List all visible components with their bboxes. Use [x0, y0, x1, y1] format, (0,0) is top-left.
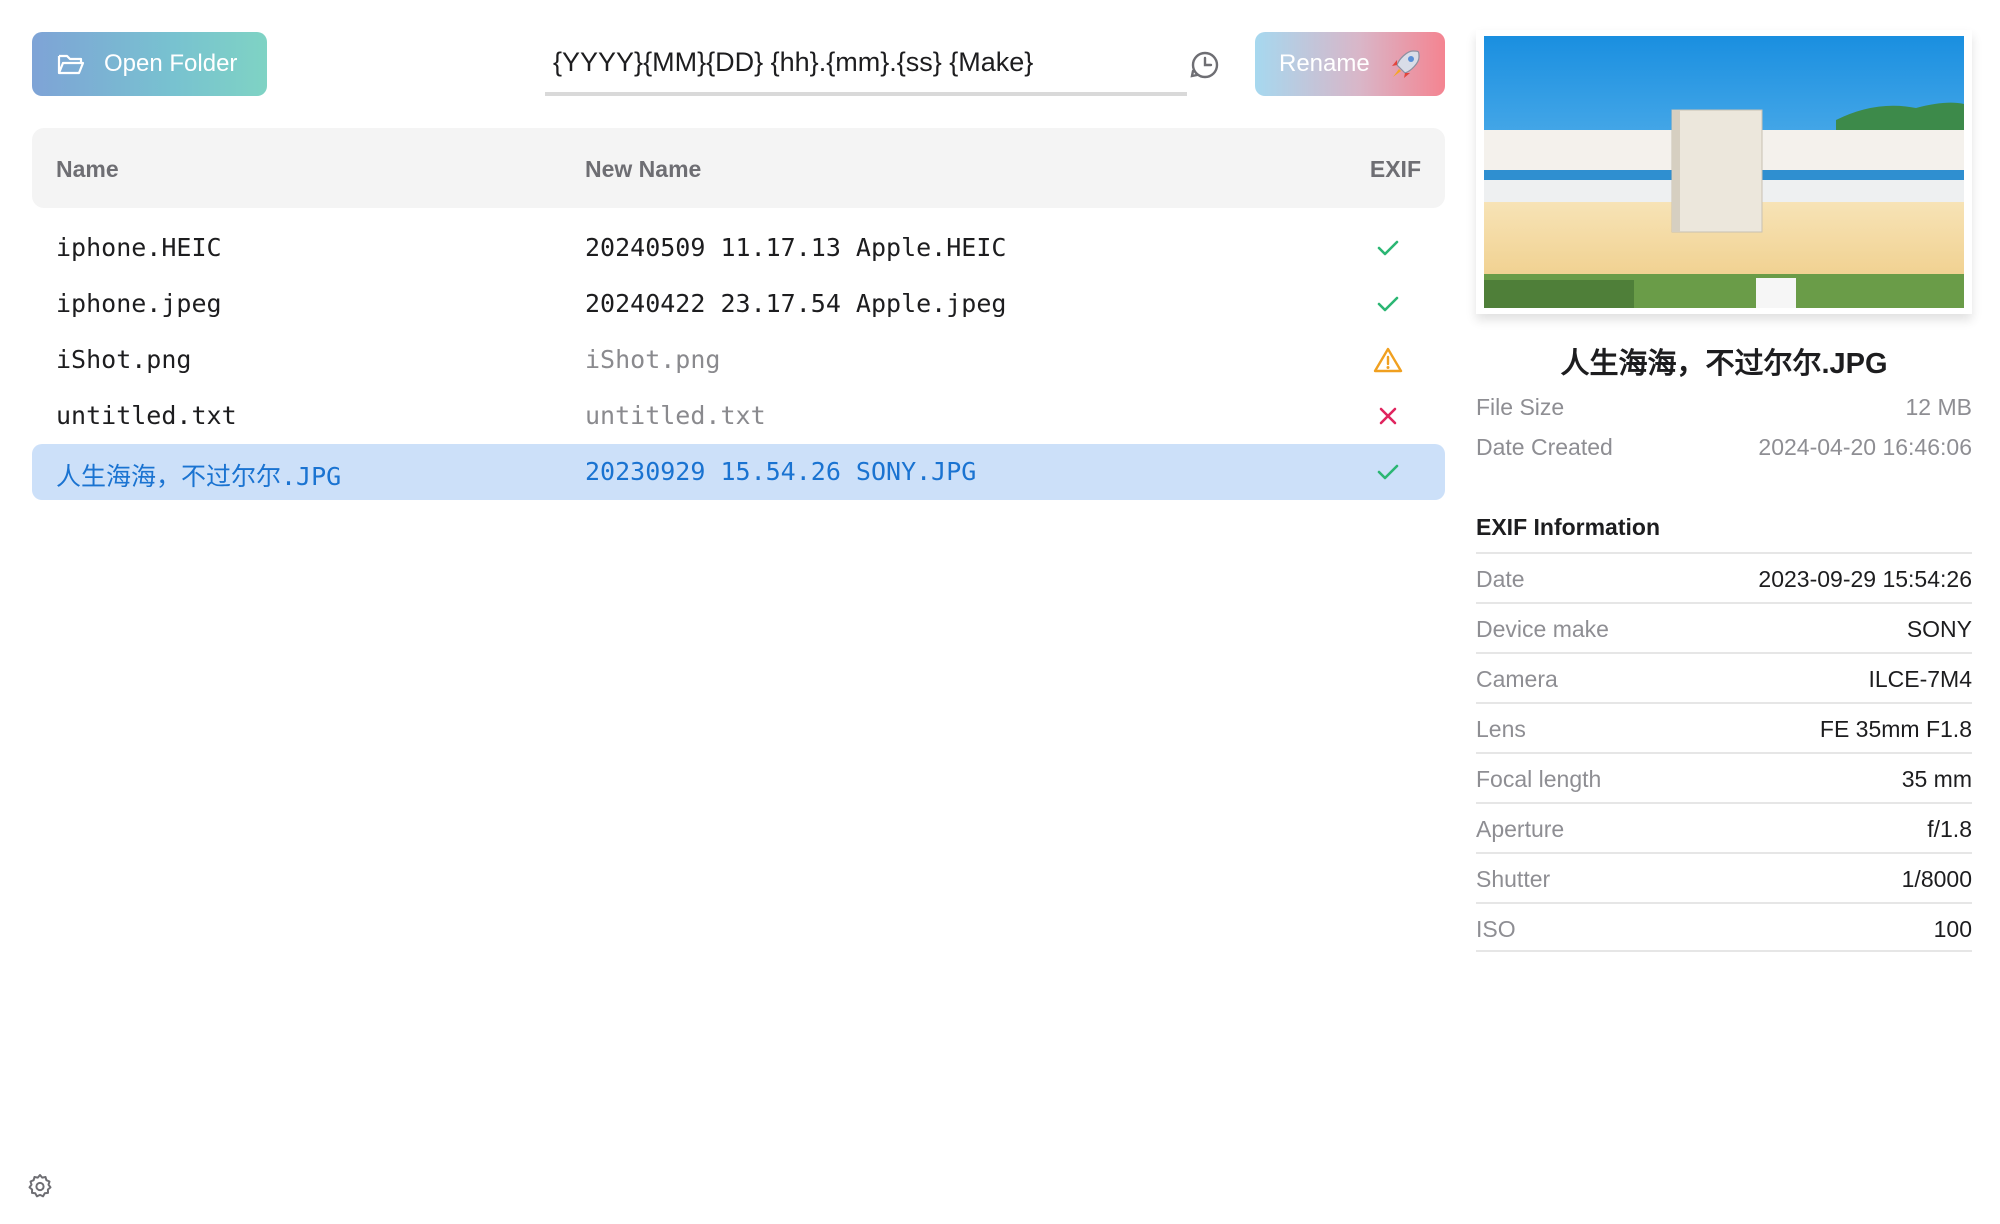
- folder-open-icon: [56, 49, 86, 79]
- exif-info-list: Date 2023-09-29 15:54:26 Device make SON…: [1476, 552, 1972, 952]
- exif-row-aperture: Aperture f/1.8: [1476, 802, 1972, 852]
- new-file-name: untitled.txt: [585, 401, 766, 430]
- exif-row-iso: ISO 100: [1476, 902, 1972, 952]
- rename-label: Rename: [1279, 50, 1370, 77]
- exif-error-icon: [1372, 400, 1404, 432]
- column-header-exif[interactable]: EXIF: [1370, 156, 1421, 183]
- exif-row-shutter: Shutter 1/8000: [1476, 852, 1972, 902]
- exif-row-focal-length: Focal length 35 mm: [1476, 752, 1972, 802]
- file-name: iphone.HEIC: [56, 233, 222, 262]
- new-file-name: iShot.png: [585, 345, 721, 374]
- history-button[interactable]: [1188, 48, 1222, 82]
- new-file-name: 20240509 11.17.13 Apple.HEIC: [585, 233, 1007, 262]
- file-size-label: File Size: [1476, 394, 1565, 420]
- table-row[interactable]: untitled.txt untitled.txt: [32, 388, 1445, 444]
- file-name: iShot.png: [56, 345, 192, 374]
- rename-template-input[interactable]: [545, 36, 1187, 88]
- date-created-label: Date Created: [1476, 434, 1613, 460]
- app-window: Open Folder Rename Name New Name EXIF ip…: [0, 0, 2000, 1224]
- exif-value: 100: [1933, 916, 1972, 942]
- exif-value: SONY: [1906, 616, 1972, 642]
- file-table-body: iphone.HEIC 20240509 11.17.13 Apple.HEIC…: [32, 220, 1445, 500]
- file-name: untitled.txt: [56, 401, 237, 430]
- table-row[interactable]: iphone.HEIC 20240509 11.17.13 Apple.HEIC: [32, 220, 1445, 276]
- exif-label: Focal length: [1476, 766, 1602, 792]
- exif-value: f/1.8: [1927, 816, 1972, 842]
- exif-label: Aperture: [1476, 816, 1565, 842]
- rename-template-field: [545, 36, 1187, 96]
- new-file-name: 20240422 23.17.54 Apple.jpeg: [585, 289, 1007, 318]
- table-row[interactable]: iShot.png iShot.png: [32, 332, 1445, 388]
- history-clock-icon: [1190, 51, 1219, 79]
- exif-value: FE 35mm F1.8: [1819, 716, 1972, 742]
- open-folder-button[interactable]: Open Folder: [32, 32, 267, 96]
- exif-row-lens: Lens FE 35mm F1.8: [1476, 702, 1972, 752]
- file-size-value: 12 MB: [1905, 394, 1972, 420]
- exif-ok-icon: [1372, 456, 1404, 488]
- new-file-name: 20230929 15.54.26 SONY.JPG: [585, 457, 977, 486]
- exif-label: Camera: [1476, 666, 1558, 692]
- gear-icon: [28, 1174, 52, 1198]
- exif-value: 2023-09-29 15:54:26: [1758, 566, 1972, 592]
- exif-label: ISO: [1476, 916, 1516, 942]
- table-row-selected[interactable]: 人生海海，不过尔尔.JPG 20230929 15.54.26 SONY.JPG: [32, 444, 1445, 500]
- file-name: iphone.jpeg: [56, 289, 222, 318]
- open-folder-label: Open Folder: [104, 50, 238, 77]
- table-row[interactable]: iphone.jpeg 20240422 23.17.54 Apple.jpeg: [32, 276, 1445, 332]
- exif-section-title: EXIF Information: [1476, 514, 1660, 540]
- exif-row-date: Date 2023-09-29 15:54:26: [1476, 552, 1972, 602]
- exif-row-device-make: Device make SONY: [1476, 602, 1972, 652]
- column-header-new-name[interactable]: New Name: [585, 156, 701, 183]
- exif-label: Shutter: [1476, 866, 1551, 892]
- photo-preview: [1476, 30, 1972, 314]
- exif-label: Lens: [1476, 716, 1526, 742]
- file-table-header: Name New Name EXIF: [32, 128, 1445, 208]
- exif-label: Date: [1476, 566, 1525, 592]
- column-header-name[interactable]: Name: [56, 156, 119, 183]
- rename-button[interactable]: Rename: [1255, 32, 1445, 96]
- selected-file-title: 人生海海，不过尔尔.JPG: [1560, 348, 1888, 380]
- file-name: 人生海海，不过尔尔.JPG: [56, 462, 342, 491]
- exif-value: 1/8000: [1901, 866, 1972, 892]
- settings-button[interactable]: [26, 1172, 54, 1200]
- rocket-icon: [1392, 50, 1420, 78]
- exif-ok-icon: [1372, 232, 1404, 264]
- date-created-value: 2024-04-20 16:46:06: [1758, 434, 1972, 460]
- exif-value: ILCE-7M4: [1868, 666, 1972, 692]
- exif-row-camera: Camera ILCE-7M4: [1476, 652, 1972, 702]
- file-size-row: File Size 12 MB: [1476, 394, 1972, 426]
- exif-warning-icon: [1372, 344, 1404, 376]
- date-created-row: Date Created 2024-04-20 16:46:06: [1476, 434, 1972, 466]
- exif-ok-icon: [1372, 288, 1404, 320]
- exif-label: Device make: [1476, 616, 1609, 642]
- exif-value: 35 mm: [1901, 766, 1972, 792]
